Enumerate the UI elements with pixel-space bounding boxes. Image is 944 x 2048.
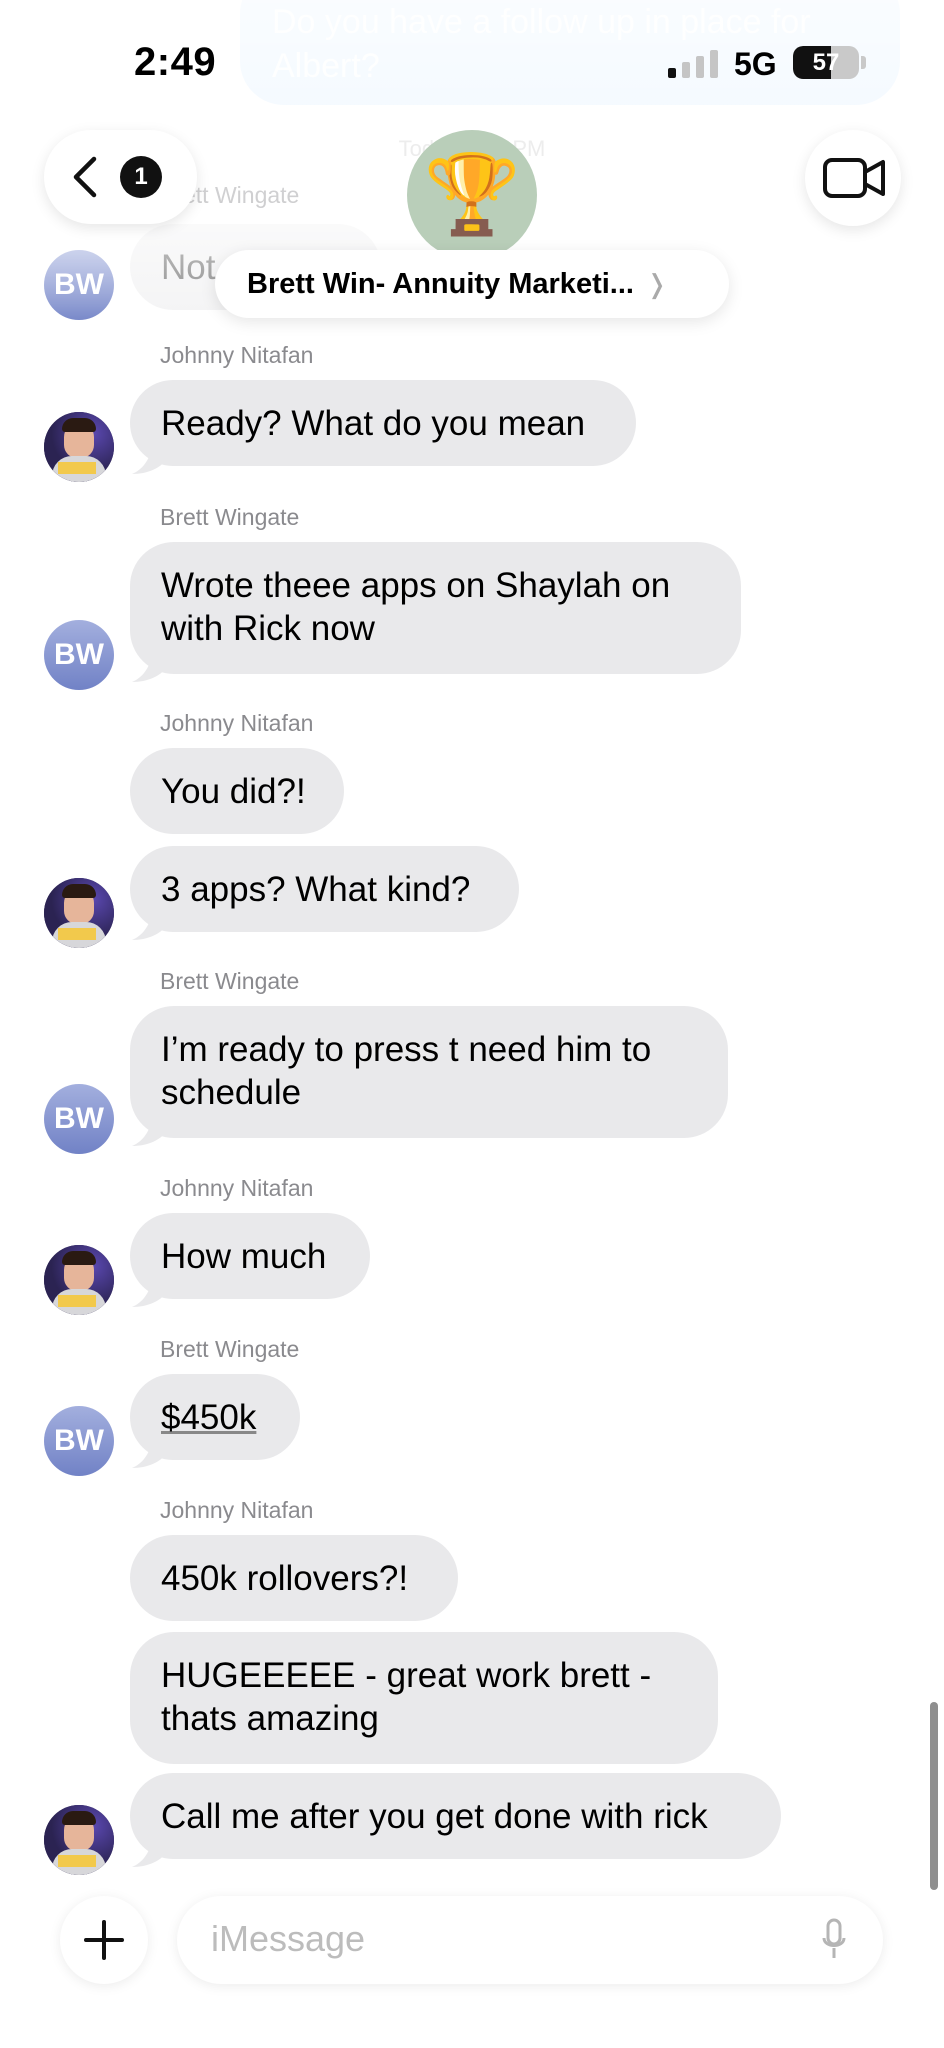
avatar[interactable]: BW: [44, 1406, 114, 1476]
battery-tip: [861, 56, 866, 69]
avatar[interactable]: [44, 412, 114, 482]
sender-name: Brett Wingate: [160, 504, 300, 530]
back-button[interactable]: 1: [44, 130, 197, 224]
video-camera-icon: [823, 158, 885, 198]
message-input-placeholder: iMessage: [211, 1918, 366, 1959]
network-type: 5G: [734, 46, 777, 82]
status-time: 2:49: [134, 40, 217, 84]
message-bubble[interactable]: Wrote theee apps on Shaylah on with Rick…: [130, 542, 741, 674]
avatar[interactable]: [44, 1245, 114, 1315]
sender-name: Johnny Nitafan: [160, 710, 314, 736]
sender-name: Johnny Nitafan: [160, 342, 314, 368]
group-avatar[interactable]: 🏆: [407, 130, 537, 260]
message-text: HUGEEEEE - great work brett - thats amaz…: [161, 1656, 652, 1738]
chevron-right-icon: ❭: [645, 268, 668, 299]
message-text: Ready? What do you mean: [161, 404, 586, 443]
video-call-button[interactable]: [805, 130, 901, 226]
avatar[interactable]: [44, 1805, 114, 1875]
message-text: 3 apps? What kind?: [161, 870, 471, 909]
battery-level: 57: [812, 49, 840, 76]
signal-icon: [668, 48, 720, 78]
message-bubble[interactable]: You did?!: [130, 748, 344, 834]
message-text: I’m ready to press t need him to schedul…: [161, 1030, 652, 1112]
bubble-tail: [132, 446, 166, 474]
chevron-left-icon: [73, 156, 97, 198]
message-bubble[interactable]: HUGEEEEE - great work brett - thats amaz…: [130, 1632, 718, 1764]
message-text: Call me after you get done with rick: [161, 1797, 708, 1836]
bubble-tail: [132, 912, 166, 940]
avatar[interactable]: [44, 878, 114, 948]
sender-name: Brett Wingate: [160, 1336, 300, 1362]
bubble-tail: [132, 654, 166, 682]
microphone-icon[interactable]: [821, 1918, 847, 1962]
bubble-tail: [132, 1839, 166, 1867]
plus-icon: [84, 1920, 124, 1960]
message-text: You did?!: [161, 772, 306, 811]
message-bubble[interactable]: Call me after you get done with rick: [130, 1773, 781, 1859]
message-input[interactable]: iMessage: [177, 1896, 883, 1984]
message-text: Wrote theee apps on Shaylah on with Rick…: [161, 566, 671, 648]
outgoing-message-text: Do you have a follow up in place for Alb…: [272, 3, 811, 85]
trophy-icon: 🏆: [423, 150, 521, 238]
group-name-button[interactable]: Brett Win- Annuity Marketi... ❭: [215, 250, 729, 318]
bubble-tail: [132, 1279, 166, 1307]
message-text: How much: [161, 1237, 327, 1276]
sender-name: Brett Wingate: [160, 968, 300, 994]
avatar[interactable]: BW: [44, 1084, 114, 1154]
sender-name: Johnny Nitafan: [160, 1175, 314, 1201]
message-bubble[interactable]: 3 apps? What kind?: [130, 846, 519, 932]
scrollbar[interactable]: [930, 1702, 938, 1890]
battery-icon: 57: [793, 46, 859, 79]
avatar[interactable]: BW: [44, 250, 114, 320]
message-text: 450k rollovers?!: [161, 1559, 409, 1598]
group-name: Brett Win- Annuity Marketi...: [247, 267, 634, 300]
message-bubble[interactable]: Ready? What do you mean: [130, 380, 636, 466]
apps-plus-button[interactable]: [60, 1896, 148, 1984]
message-text-link[interactable]: $450k: [161, 1398, 256, 1437]
bubble-tail: [132, 1118, 166, 1146]
bubble-tail: [132, 1440, 166, 1468]
avatar[interactable]: BW: [44, 620, 114, 690]
message-bubble[interactable]: I’m ready to press t need him to schedul…: [130, 1006, 728, 1138]
sender-name: Johnny Nitafan: [160, 1497, 314, 1523]
unread-badge: 1: [120, 156, 162, 198]
message-bubble[interactable]: 450k rollovers?!: [130, 1535, 458, 1621]
